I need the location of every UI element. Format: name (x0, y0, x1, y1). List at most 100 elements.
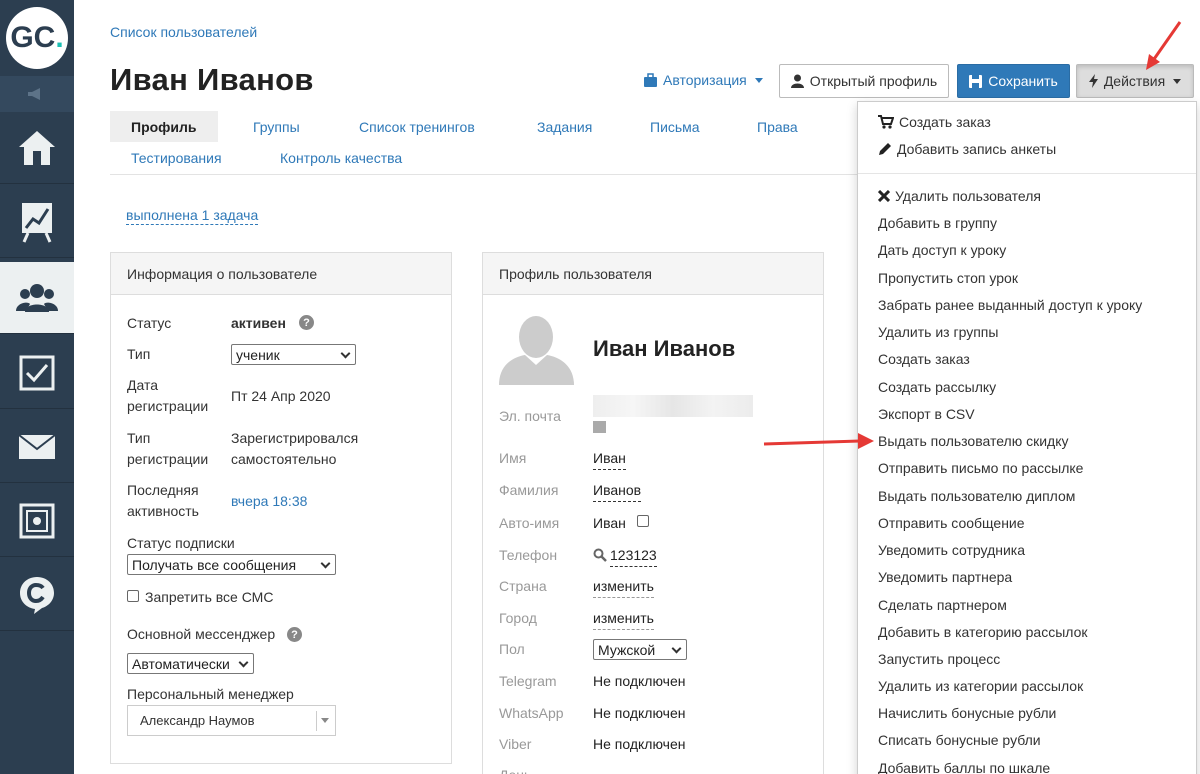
sidebar-item-tasks[interactable] (0, 337, 74, 409)
gender-select[interactable]: Мужской (593, 639, 687, 660)
open-profile-label: Открытый профиль (809, 73, 938, 89)
menu-item-revoke-lesson-access[interactable]: Забрать ранее выданный доступ к уроку (878, 295, 1142, 315)
authorization-label: Авторизация (663, 72, 747, 88)
manager-label: Персональный менеджер (127, 686, 294, 702)
save-button[interactable]: Сохранить (957, 64, 1070, 98)
search-icon[interactable] (593, 548, 607, 562)
tab-groups[interactable]: Группы (232, 111, 321, 142)
menu-item-deduct-bonus[interactable]: Списать бонусные рубли (878, 730, 1041, 750)
menu-item-remove-from-mailing-category[interactable]: Удалить из категории рассылок (878, 676, 1083, 696)
tab-testing[interactable]: Тестирования (110, 142, 243, 173)
user-profile-heading: Профиль пользователя (483, 253, 823, 295)
sidebar-item-home[interactable] (0, 112, 74, 184)
tab-assignments[interactable]: Задания (516, 111, 613, 142)
manager-select[interactable]: Александр Наумов (127, 705, 336, 736)
menu-item-issue-diploma[interactable]: Выдать пользователю диплом (878, 486, 1075, 506)
menu-item-accrue-bonus[interactable]: Начислить бонусные рубли (878, 703, 1056, 723)
type-label: Тип (127, 346, 151, 362)
menu-item-grant-lesson-access[interactable]: Дать доступ к уроку (878, 240, 1006, 260)
ban-sms-checkbox[interactable] (127, 590, 139, 602)
breadcrumb-users-list[interactable]: Список пользователей (110, 24, 257, 40)
whatsapp-value: Не подключен (593, 705, 686, 721)
floppy-disk-icon (969, 74, 983, 88)
menu-item-add-to-group[interactable]: Добавить в группу (878, 213, 997, 233)
phone-value[interactable]: 123123 (610, 545, 657, 567)
menu-item-add-to-mailing-category[interactable]: Добавить в категорию рассылок (878, 622, 1088, 642)
last-active-value[interactable]: вчера 18:38 (231, 491, 307, 512)
menu-item-send-mailing-letter[interactable]: Отправить письмо по рассылке (878, 458, 1083, 478)
cart-icon (878, 115, 894, 129)
save-label: Сохранить (988, 73, 1058, 89)
menu-item-notify-partner[interactable]: Уведомить партнера (878, 567, 1012, 587)
menu-item-create-mailing[interactable]: Создать рассылку (878, 377, 996, 397)
messenger-select[interactable]: Автоматически (127, 653, 254, 674)
first-name-value[interactable]: Иван (593, 448, 626, 470)
menu-item-give-discount[interactable]: Выдать пользователю скидку (878, 431, 1069, 451)
actions-dropdown-button[interactable]: Действия (1076, 64, 1194, 98)
help-icon[interactable]: ? (287, 627, 302, 642)
sidebar-item-mail[interactable] (0, 411, 74, 483)
sidebar-item-chat[interactable] (0, 559, 74, 631)
safe-icon (19, 503, 55, 538)
last-name-value[interactable]: Иванов (593, 480, 642, 502)
menu-item-label: Создать заказ (899, 114, 991, 130)
sidebar-item-analytics[interactable] (0, 186, 74, 258)
tab-rights[interactable]: Права (736, 111, 819, 142)
menu-item-label: Добавить запись анкеты (897, 141, 1057, 157)
reg-date-value: Пт 24 Апр 2020 (231, 388, 331, 404)
menu-item-notify-employee[interactable]: Уведомить сотрудника (878, 540, 1025, 560)
tab-quality-control[interactable]: Контроль качества (259, 142, 423, 173)
email-value-redacted (593, 395, 753, 417)
chevron-down-icon (671, 643, 682, 654)
subscription-select-value: Получать все сообщения (132, 556, 297, 573)
phone-label: Телефон (499, 547, 558, 563)
menu-item-create-order[interactable]: Создать заказ (878, 349, 970, 369)
menu-item-skip-stop-lesson[interactable]: Пропустить стоп урок (878, 268, 1018, 288)
briefcase-icon (644, 73, 657, 87)
city-change-link[interactable]: изменить (593, 608, 654, 630)
app-root: GC. Список пользователей Иван Иванов Авт… (0, 0, 1200, 774)
auto-name-value: Иван (593, 515, 626, 531)
ban-sms-label: Запретить все СМС (145, 589, 274, 605)
megaphone-icon (28, 88, 40, 100)
country-change-link[interactable]: изменить (593, 576, 654, 598)
menu-item-send-message[interactable]: Отправить сообщение (878, 513, 1025, 533)
reg-type-value-line2: самостоятельно (231, 451, 337, 467)
completed-tasks-link[interactable]: выполнена 1 задача (126, 207, 259, 225)
tab-letters[interactable]: Письма (629, 111, 721, 142)
user-info-heading: Информация о пользователе (111, 253, 451, 295)
menu-item-make-partner[interactable]: Сделать партнером (878, 595, 1007, 615)
tab-trainings[interactable]: Список тренингов (338, 111, 496, 142)
subscription-select[interactable]: Получать все сообщения (127, 554, 336, 575)
telegram-value: Не подключен (593, 673, 686, 689)
envelope-icon (18, 433, 56, 459)
sidebar-collapse-toggle[interactable] (0, 76, 74, 112)
logo[interactable]: GC. (0, 0, 74, 76)
tab-profile[interactable]: Профиль (110, 111, 218, 142)
status-value: активен (231, 315, 286, 331)
menu-item-delete-user[interactable]: Удалить пользователя (878, 186, 1041, 206)
menu-item-create-order-top[interactable]: Создать заказ (878, 112, 991, 132)
chevron-down-icon (340, 348, 351, 359)
help-icon[interactable]: ? (299, 315, 314, 330)
authorization-dropdown[interactable]: Авторизация (644, 72, 763, 88)
subscription-label: Статус подписки (127, 535, 235, 551)
reg-type-label-line1: Тип (127, 430, 151, 446)
auto-name-checkbox[interactable] (637, 515, 649, 527)
messenger-select-value: Автоматически (132, 655, 230, 672)
open-profile-button[interactable]: Открытый профиль (779, 64, 949, 98)
reg-type-label-line2: регистрации (127, 451, 209, 467)
type-select[interactable]: ученик (231, 344, 356, 365)
menu-item-remove-from-group[interactable]: Удалить из группы (878, 322, 998, 342)
sidebar-item-sales[interactable] (0, 485, 74, 557)
menu-item-add-questionnaire-record[interactable]: Добавить запись анкеты (878, 139, 1056, 159)
menu-item-add-scale-points[interactable]: Добавить баллы по шкале (878, 758, 1050, 774)
chevron-down-icon (1173, 78, 1182, 84)
chart-board-icon (22, 202, 52, 243)
email-label: Эл. почта (499, 408, 561, 424)
menu-item-start-process[interactable]: Запустить процесс (878, 649, 1000, 669)
sidebar-item-users[interactable] (0, 262, 74, 334)
menu-item-export-csv[interactable]: Экспорт в CSV (878, 404, 975, 424)
pencil-icon (879, 143, 891, 155)
email-redacted-mark (593, 421, 606, 433)
